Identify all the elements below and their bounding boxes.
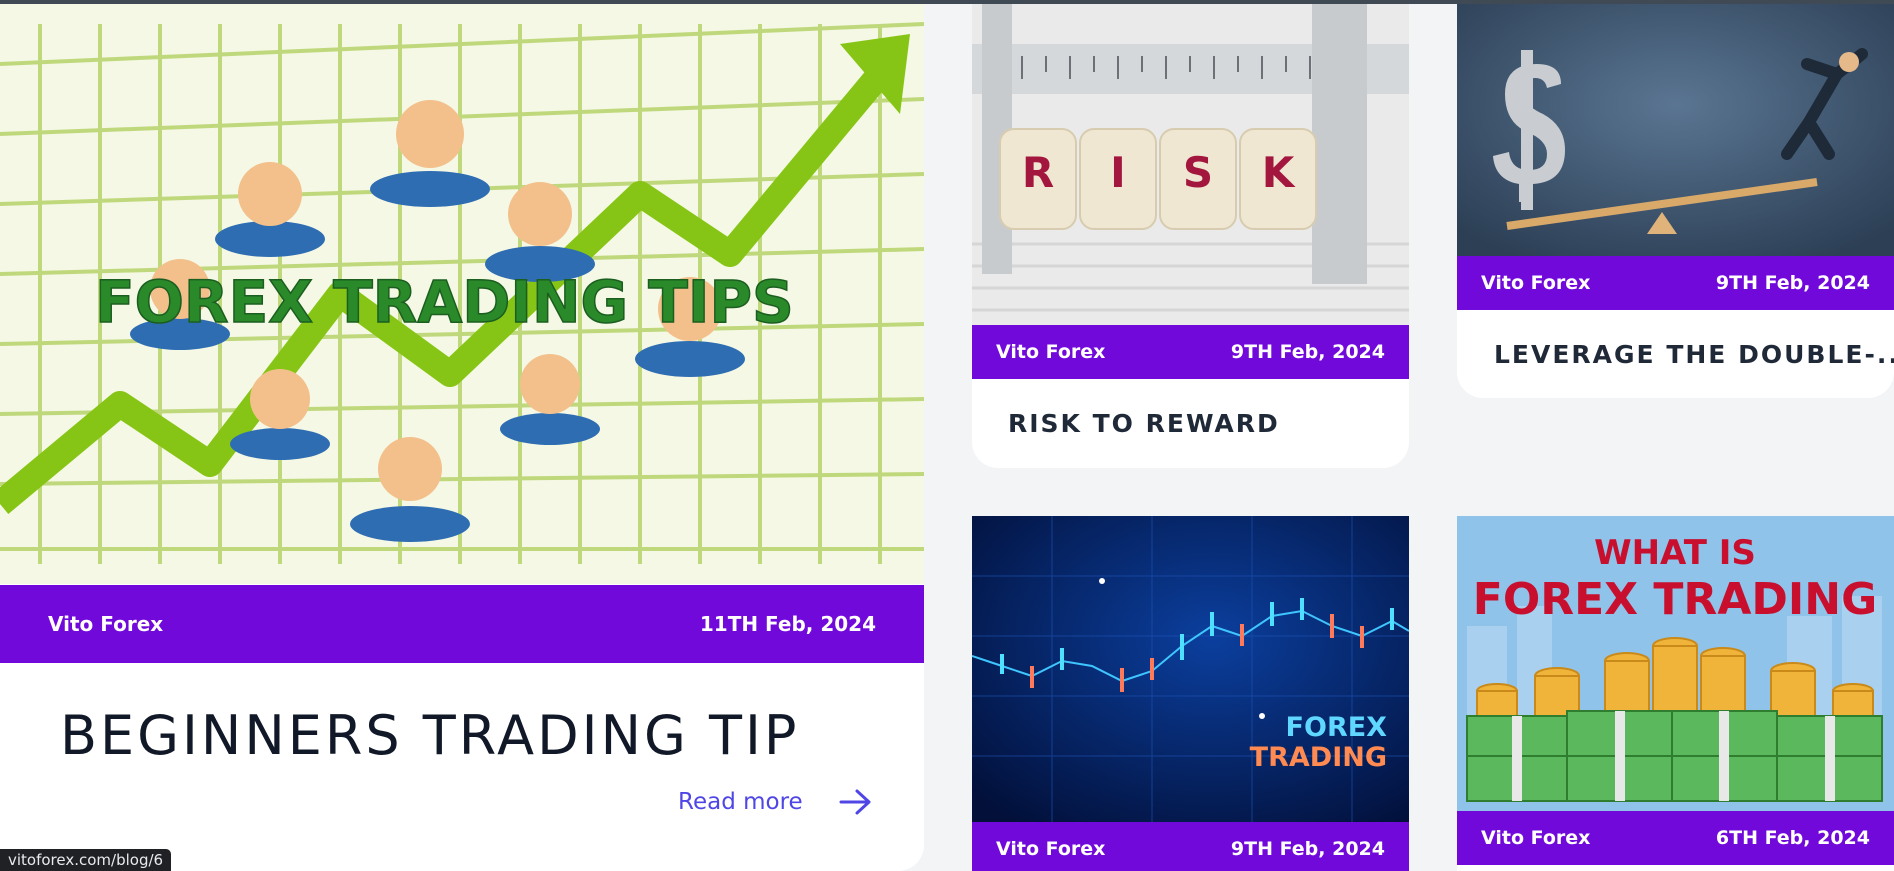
letter-k: K — [1262, 148, 1296, 197]
post-date: 6TH Feb, 2024 — [1715, 827, 1870, 849]
post-author: Vito Forex — [1481, 272, 1591, 294]
blog-card-beginners-trading-tip[interactable]: FOREX TRADING TIPS Vito Forex 11TH Feb, … — [0, 4, 924, 871]
post-title[interactable]: RISK TO REWARD — [1008, 409, 1280, 438]
post-title[interactable]: LEVERAGE THE DOUBLE-... — [1494, 340, 1894, 369]
post-author: Vito Forex — [48, 612, 164, 636]
image-word-forex: FOREX — [1286, 712, 1388, 743]
forex-chart-image: FOREX TRADING — [972, 516, 1409, 822]
post-thumbnail[interactable]: FOREX TRADING TIPS — [0, 4, 924, 584]
post-date: 9TH Feb, 2024 — [1715, 272, 1870, 294]
read-more-label: Read more — [678, 789, 803, 815]
image-headline: FOREX TRADING TIPS — [95, 268, 794, 336]
arrow-right-icon — [839, 789, 871, 815]
letter-i: I — [1110, 148, 1126, 197]
post-meta-bar: Vito Forex 6TH Feb, 2024 — [1457, 811, 1894, 865]
blog-card-leverage[interactable]: Vito Forex 9TH Feb, 2024 LEVERAGE THE DO… — [1457, 4, 1894, 398]
risk-blocks-image: R I S K — [972, 4, 1409, 325]
post-author: Vito Forex — [996, 341, 1106, 363]
post-author: Vito Forex — [1481, 827, 1591, 849]
post-thumbnail[interactable]: FOREX TRADING — [972, 516, 1409, 822]
post-title[interactable]: BEGINNERS TRADING TIP — [60, 704, 799, 767]
image-line-what-is: WHAT IS — [1594, 533, 1756, 573]
post-meta-bar: Vito Forex 9TH Feb, 2024 — [1457, 256, 1894, 310]
leverage-seesaw-image — [1457, 4, 1894, 256]
letter-s: S — [1183, 148, 1213, 197]
blog-card-what-is-forex-trading[interactable]: WHAT IS FOREX TRADING Vito Forex 6TH Feb… — [1457, 516, 1894, 871]
letter-r: R — [1022, 148, 1054, 197]
forex-trading-tips-image: FOREX TRADING TIPS — [0, 4, 924, 584]
browser-status-url: vitoforex.com/blog/6 — [0, 849, 172, 871]
blog-card-forex-trading-chart[interactable]: FOREX TRADING Vito Forex 9TH Feb, 2024 — [972, 516, 1409, 871]
blog-card-risk-to-reward[interactable]: R I S K Vito Forex 9TH Feb, 2024 RISK TO… — [972, 4, 1409, 468]
image-word-trading: TRADING — [1250, 742, 1387, 773]
post-thumbnail[interactable]: R I S K — [972, 4, 1409, 325]
read-more-link[interactable]: Read more — [678, 788, 873, 816]
post-meta-bar: Vito Forex 9TH Feb, 2024 — [972, 325, 1409, 379]
post-date: 9TH Feb, 2024 — [1230, 341, 1385, 363]
post-meta-bar: Vito Forex 11TH Feb, 2024 — [0, 585, 924, 663]
post-thumbnail[interactable]: WHAT IS FOREX TRADING — [1457, 516, 1894, 811]
post-author: Vito Forex — [996, 838, 1106, 860]
post-meta-bar: Vito Forex 9TH Feb, 2024 — [972, 822, 1409, 871]
post-date: 9TH Feb, 2024 — [1230, 838, 1385, 860]
image-line-forex-trading: FOREX TRADING — [1473, 574, 1877, 625]
what-is-forex-image: WHAT IS FOREX TRADING — [1457, 516, 1894, 811]
post-date: 11TH Feb, 2024 — [699, 612, 876, 636]
post-thumbnail[interactable] — [1457, 4, 1894, 256]
